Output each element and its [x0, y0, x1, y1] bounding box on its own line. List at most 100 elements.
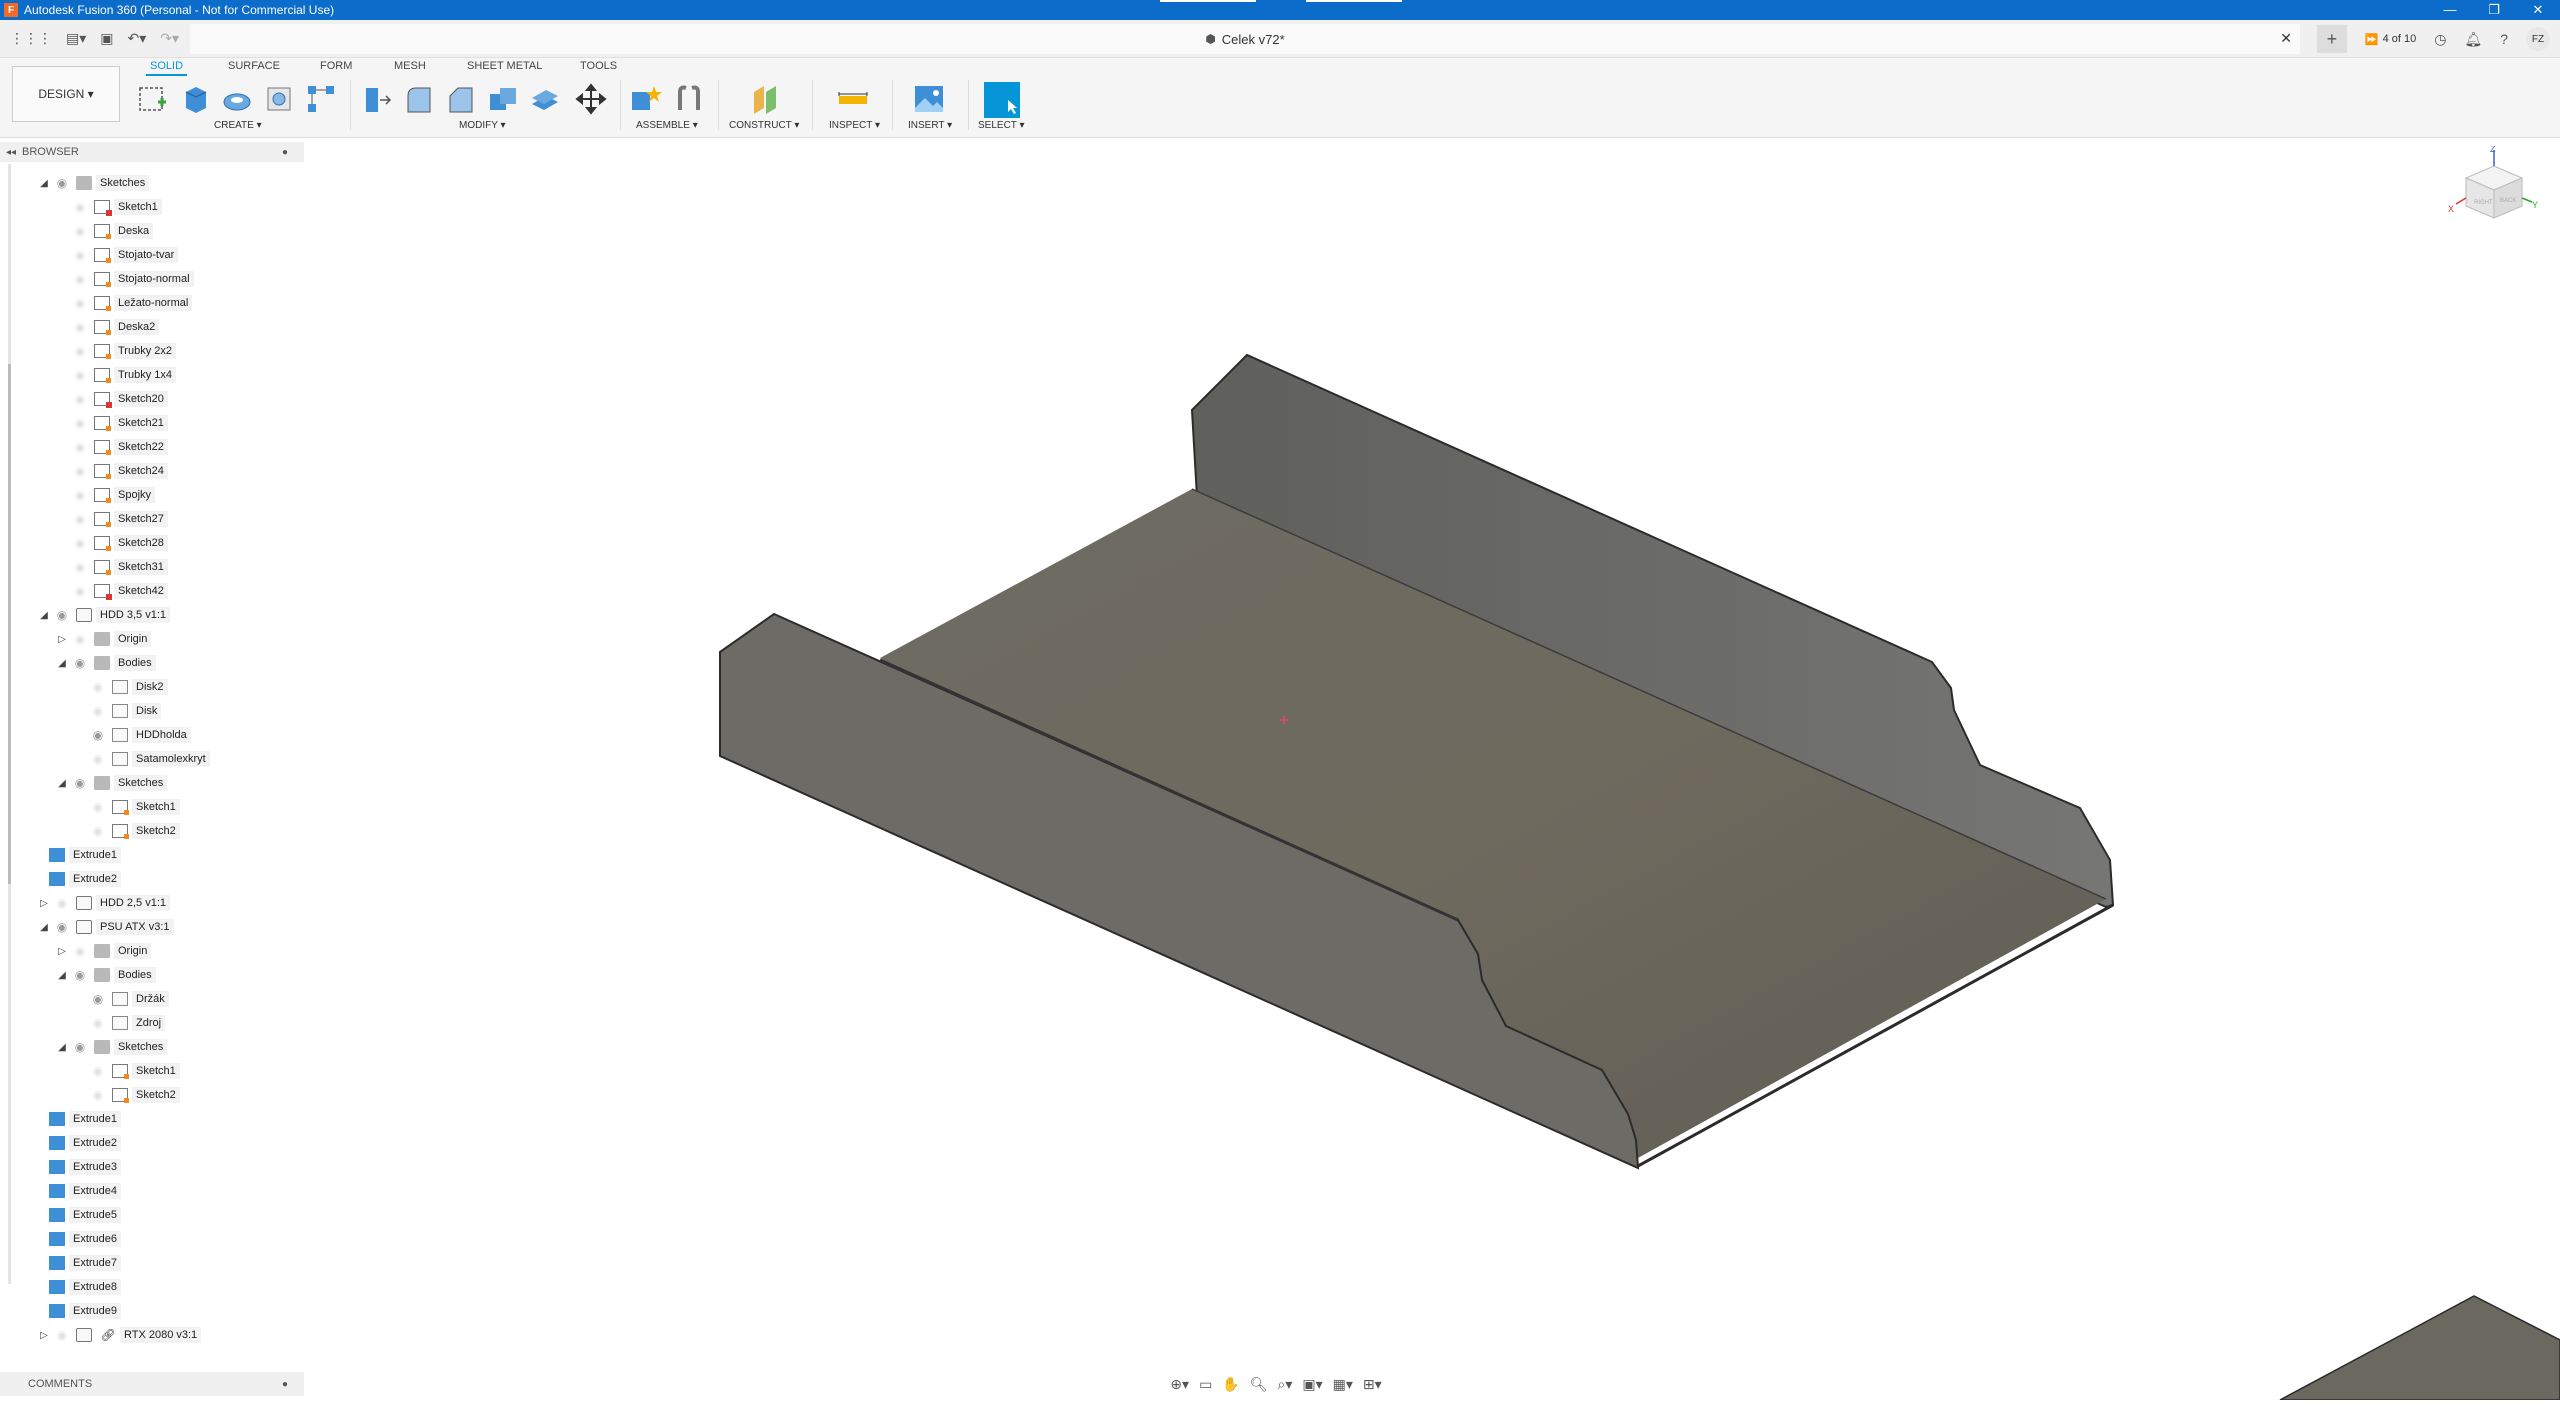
- browser-row[interactable]: ◉ Deska2: [54, 316, 160, 338]
- visibility-eye-icon[interactable]: ◉: [70, 464, 90, 478]
- visibility-eye-icon[interactable]: ◉: [70, 320, 90, 334]
- browser-row[interactable]: ▷ ◉ 🔗︎ RTX 2080 v3:1: [36, 1324, 202, 1346]
- insert-image-icon[interactable]: [912, 82, 946, 116]
- visibility-eye-icon[interactable]: ◉: [70, 296, 90, 310]
- browser-row[interactable]: ◉ Sketch2: [72, 820, 180, 842]
- file-menu-icon[interactable]: ▤▾: [66, 30, 86, 47]
- browser-row[interactable]: ◉ Stojato-tvar: [54, 244, 179, 266]
- browser-row[interactable]: Extrude2: [45, 1132, 122, 1154]
- visibility-eye-icon[interactable]: ◉: [88, 800, 108, 814]
- viewcube-face-right[interactable]: RIGHT: [2474, 200, 2493, 206]
- pin-icon[interactable]: ●: [282, 147, 288, 158]
- visibility-eye-icon[interactable]: ◉: [88, 728, 108, 742]
- viewports-icon[interactable]: ⊞▾: [1363, 1376, 1382, 1393]
- browser-row[interactable]: ◉ Sketch1: [72, 796, 180, 818]
- browser-row[interactable]: ◉ Disk: [72, 700, 162, 722]
- visibility-eye-icon[interactable]: ◉: [88, 704, 108, 718]
- visibility-eye-icon[interactable]: ◉: [52, 176, 72, 190]
- model-viewport[interactable]: [304, 142, 2560, 1401]
- browser-row[interactable]: Extrude9: [45, 1300, 122, 1322]
- visibility-eye-icon[interactable]: ◉: [70, 488, 90, 502]
- visibility-eye-icon[interactable]: ◉: [70, 272, 90, 286]
- browser-row[interactable]: ◉ HDDholda: [72, 724, 191, 746]
- visibility-eye-icon[interactable]: ◉: [70, 416, 90, 430]
- tab-solid[interactable]: SOLID: [145, 60, 188, 76]
- visibility-eye-icon[interactable]: ◉: [70, 944, 90, 958]
- zoom-icon[interactable]: 🔍︎: [1250, 1376, 1268, 1393]
- browser-row[interactable]: ◢ ◉ Sketches: [54, 1036, 168, 1058]
- browser-row[interactable]: ◉ Sketch20: [54, 388, 168, 410]
- visibility-eye-icon[interactable]: ◉: [70, 392, 90, 406]
- browser-row[interactable]: ▷ ◉ Origin: [54, 940, 152, 962]
- tab-tools[interactable]: TOOLS: [580, 60, 617, 72]
- browser-row[interactable]: ◉ Držák: [72, 988, 169, 1010]
- browser-row[interactable]: Extrude1: [45, 1108, 122, 1130]
- visibility-eye-icon[interactable]: ◉: [70, 536, 90, 550]
- browser-row[interactable]: ◢ ◉ Sketches: [36, 172, 150, 194]
- scrollbar-thumb[interactable]: [8, 364, 11, 884]
- joint-icon[interactable]: [672, 82, 706, 116]
- sweep-icon[interactable]: [262, 82, 296, 116]
- notifications-bell-icon[interactable]: 🔔︎: [2464, 31, 2482, 48]
- insert-menu[interactable]: INSERT ▾: [908, 120, 952, 131]
- restore-button[interactable]: ❐: [2472, 2, 2516, 18]
- visibility-eye-icon[interactable]: ◉: [70, 248, 90, 262]
- visibility-eye-icon[interactable]: ◉: [70, 968, 90, 982]
- redo-icon[interactable]: ↷▾: [160, 30, 179, 47]
- browser-row[interactable]: ◉ Zdroj: [72, 1012, 166, 1034]
- browser-row[interactable]: ◢ ◉ PSU ATX v3:1: [36, 916, 174, 938]
- grid-settings-icon[interactable]: ▦▾: [1333, 1376, 1353, 1393]
- document-tab[interactable]: ⬢ Celek v72* ✕: [190, 24, 2300, 54]
- visibility-eye-icon[interactable]: ◉: [70, 776, 90, 790]
- visibility-eye-icon[interactable]: ◉: [52, 896, 72, 910]
- construct-menu[interactable]: CONSTRUCT ▾: [729, 120, 799, 131]
- visibility-eye-icon[interactable]: ◉: [88, 1016, 108, 1030]
- expand-closed-icon[interactable]: ▷: [36, 1330, 52, 1341]
- view-cube[interactable]: Z X Y RIGHT BACK: [2448, 146, 2540, 242]
- visibility-eye-icon[interactable]: ◉: [88, 752, 108, 766]
- browser-row[interactable]: ◉ Sketch31: [54, 556, 168, 578]
- visibility-eye-icon[interactable]: ◉: [70, 344, 90, 358]
- user-avatar[interactable]: FZ: [2526, 27, 2550, 51]
- combine-icon[interactable]: [486, 82, 520, 116]
- look-at-icon[interactable]: ▭: [1199, 1376, 1212, 1393]
- save-icon[interactable]: ▣: [100, 30, 113, 47]
- tab-mesh[interactable]: MESH: [394, 60, 426, 72]
- browser-row[interactable]: Extrude7: [45, 1252, 122, 1274]
- browser-row[interactable]: Extrude6: [45, 1228, 122, 1250]
- orbit-icon[interactable]: ⊕▾: [1170, 1376, 1189, 1393]
- scale-icon[interactable]: [528, 82, 562, 116]
- browser-row[interactable]: ◉ Satamolexkryt: [72, 748, 210, 770]
- browser-row[interactable]: Extrude3: [45, 1156, 122, 1178]
- browser-row[interactable]: Extrude4: [45, 1180, 122, 1202]
- browser-row[interactable]: ◉ Sketch1: [54, 196, 162, 218]
- visibility-eye-icon[interactable]: ◉: [52, 608, 72, 622]
- tab-surface[interactable]: SURFACE: [228, 60, 280, 72]
- browser-row[interactable]: ◉ Sketch27: [54, 508, 168, 530]
- browser-row[interactable]: ◉ Disk2: [72, 676, 168, 698]
- browser-row[interactable]: ◉ Sketch1: [72, 1060, 180, 1082]
- create-sketch-icon[interactable]: [136, 82, 170, 116]
- new-component-icon[interactable]: [628, 82, 662, 116]
- workspace-switcher-button[interactable]: DESIGN ▾: [12, 66, 120, 122]
- browser-row[interactable]: ◢ ◉ Sketches: [54, 772, 168, 794]
- fillet-icon[interactable]: [402, 82, 436, 116]
- pattern-icon[interactable]: [304, 82, 338, 116]
- expand-closed-icon[interactable]: ▷: [36, 898, 52, 909]
- browser-row[interactable]: Extrude1: [45, 844, 122, 866]
- expand-open-icon[interactable]: ◢: [54, 778, 70, 789]
- browser-row[interactable]: ◢ ◉ Bodies: [54, 964, 156, 986]
- select-menu[interactable]: SELECT ▾: [978, 120, 1025, 131]
- tab-form[interactable]: FORM: [320, 60, 352, 72]
- comments-panel[interactable]: COMMENTS ●: [0, 1372, 304, 1396]
- create-menu[interactable]: CREATE ▾: [214, 120, 262, 131]
- browser-row[interactable]: ◉ Sketch2: [72, 1084, 180, 1106]
- measure-icon[interactable]: [836, 82, 870, 116]
- press-pull-icon[interactable]: [360, 82, 394, 116]
- expand-open-icon[interactable]: ◢: [36, 922, 52, 933]
- visibility-eye-icon[interactable]: ◉: [88, 824, 108, 838]
- data-panel-grid-icon[interactable]: ⋮⋮⋮: [10, 30, 52, 47]
- browser-row[interactable]: ◉ Trubky 1x4: [54, 364, 177, 386]
- select-cursor-icon[interactable]: [984, 82, 1020, 118]
- browser-row[interactable]: Extrude5: [45, 1204, 122, 1226]
